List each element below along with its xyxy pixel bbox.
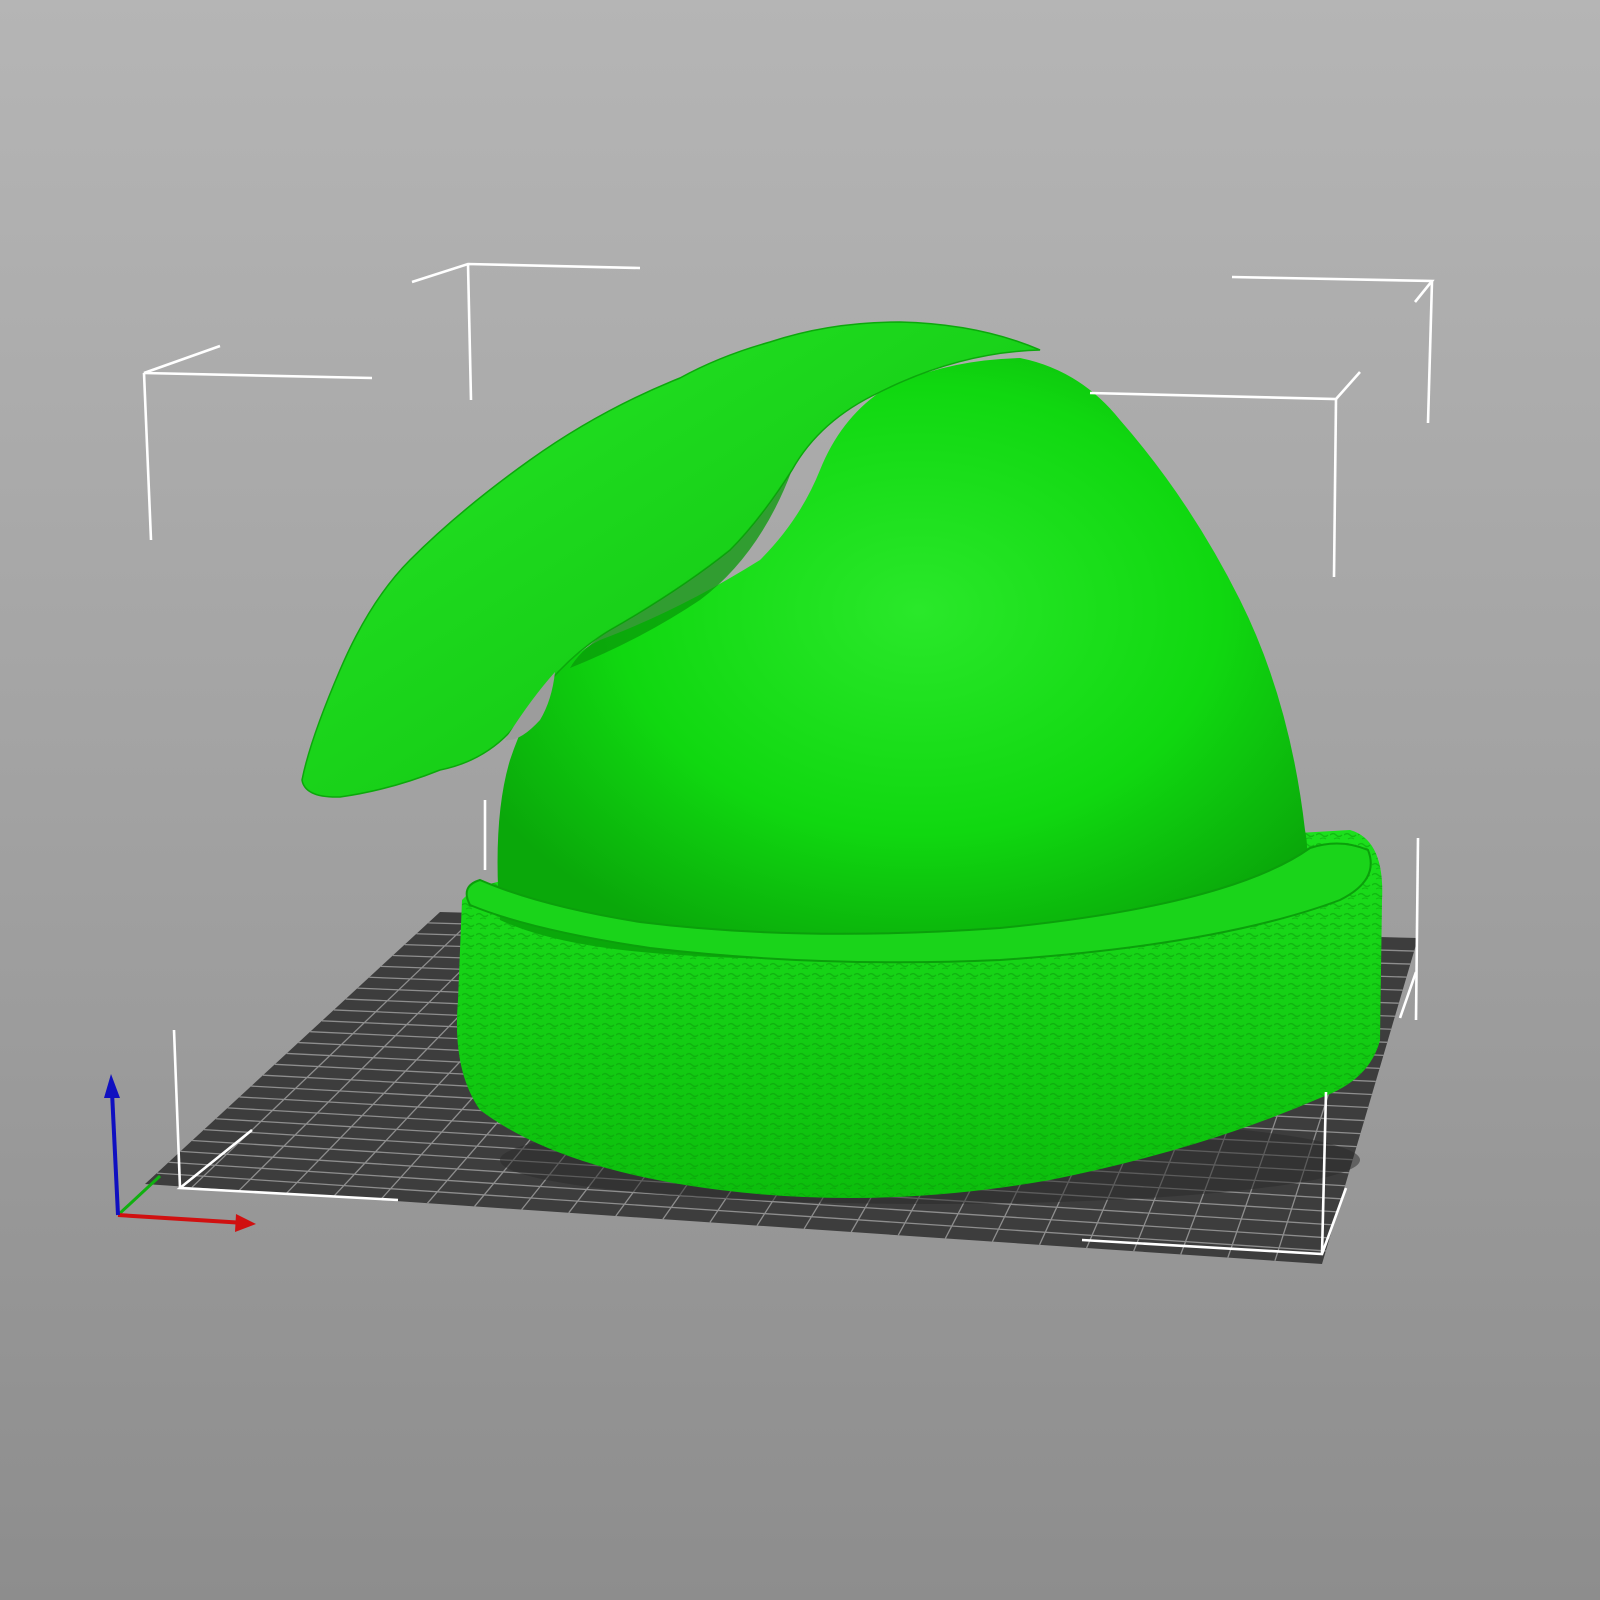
axis-x <box>117 1213 246 1225</box>
3d-viewport[interactable] <box>0 0 1600 1600</box>
axis-y <box>116 1174 162 1217</box>
scene-canvas[interactable] <box>0 0 1600 1600</box>
elf-hat-model[interactable] <box>301 321 1383 1204</box>
axis-z-arrow <box>104 1074 120 1098</box>
axis-z <box>110 1091 120 1216</box>
axis-x-arrow <box>235 1214 256 1232</box>
